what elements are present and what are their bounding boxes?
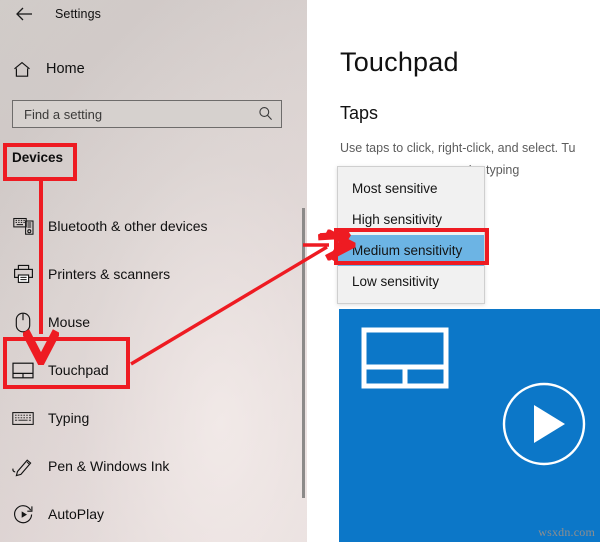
touchpad-outline-icon [361, 327, 449, 389]
sidebar-item-label-touchpad: Touchpad [48, 362, 109, 378]
dropdown-option-low-sensitivity[interactable]: Low sensitivity [338, 266, 484, 297]
title-bar: Settings [0, 0, 307, 34]
sidebar-item-home[interactable]: Home [0, 52, 290, 86]
touchpad-video-thumbnail[interactable]: wsxdn.com [339, 309, 600, 542]
sidebar-item-pen[interactable]: Pen & Windows Ink [0, 442, 297, 490]
dropdown-option-most-sensitive[interactable]: Most sensitive [338, 173, 484, 204]
bluetooth-devices-icon [12, 215, 34, 237]
sidebar-item-touchpad[interactable]: Touchpad [0, 346, 297, 394]
section-description: Use taps to click, right-click, and sele… [340, 141, 576, 155]
sidebar-item-label-home: Home [46, 61, 85, 77]
settings-window: Settings Home Devices [0, 0, 600, 542]
sidebar-item-label-typing: Typing [48, 410, 90, 426]
sidebar-item-label-mouse: Mouse [48, 314, 91, 330]
sidebar-item-label-printers: Printers & scanners [48, 266, 171, 282]
pen-icon [12, 455, 34, 477]
autoplay-icon [12, 503, 34, 525]
dropdown-option-high-sensitivity[interactable]: High sensitivity [338, 204, 484, 235]
search-input[interactable] [22, 102, 251, 126]
sidebar-item-label-autoplay: AutoPlay [48, 506, 105, 522]
mouse-icon [12, 311, 34, 333]
sensitivity-dropdown-list[interactable]: Most sensitive High sensitivity Medium s… [337, 166, 485, 304]
sidebar-item-mouse[interactable]: Mouse [0, 298, 297, 346]
sidebar-nav-list: Bluetooth & other devices Printers & sca… [0, 202, 297, 538]
sidebar-item-typing[interactable]: Typing [0, 394, 297, 442]
dropdown-option-medium-sensitivity[interactable]: Medium sensitivity [338, 235, 484, 266]
sidebar-item-label-bluetooth: Bluetooth & other devices [48, 218, 208, 234]
content-pane: Touchpad Taps Use taps to click, right-c… [307, 0, 600, 542]
sidebar-item-label-pen: Pen & Windows Ink [48, 458, 170, 474]
keyboard-icon [12, 407, 34, 429]
search-icon[interactable] [258, 106, 273, 126]
section-title-taps: Taps [340, 103, 379, 123]
back-arrow-icon[interactable] [12, 6, 36, 28]
search-input-wrapper[interactable] [12, 100, 282, 128]
printer-icon [12, 263, 34, 285]
sidebar-item-printers[interactable]: Printers & scanners [0, 250, 297, 298]
touchpad-icon [12, 359, 34, 381]
page-title: Touchpad [340, 47, 459, 77]
sidebar-item-autoplay[interactable]: AutoPlay [0, 490, 297, 538]
home-icon [12, 59, 32, 79]
window-title: Settings [55, 7, 101, 21]
sidebar-category-header: Devices [12, 150, 64, 165]
sidebar-item-bluetooth[interactable]: Bluetooth & other devices [0, 202, 297, 250]
sidebar: Settings Home Devices [0, 0, 307, 542]
play-button-icon[interactable] [501, 381, 587, 467]
sidebar-scrollbar[interactable] [302, 208, 305, 498]
watermark-text: wsxdn.com [538, 525, 595, 539]
